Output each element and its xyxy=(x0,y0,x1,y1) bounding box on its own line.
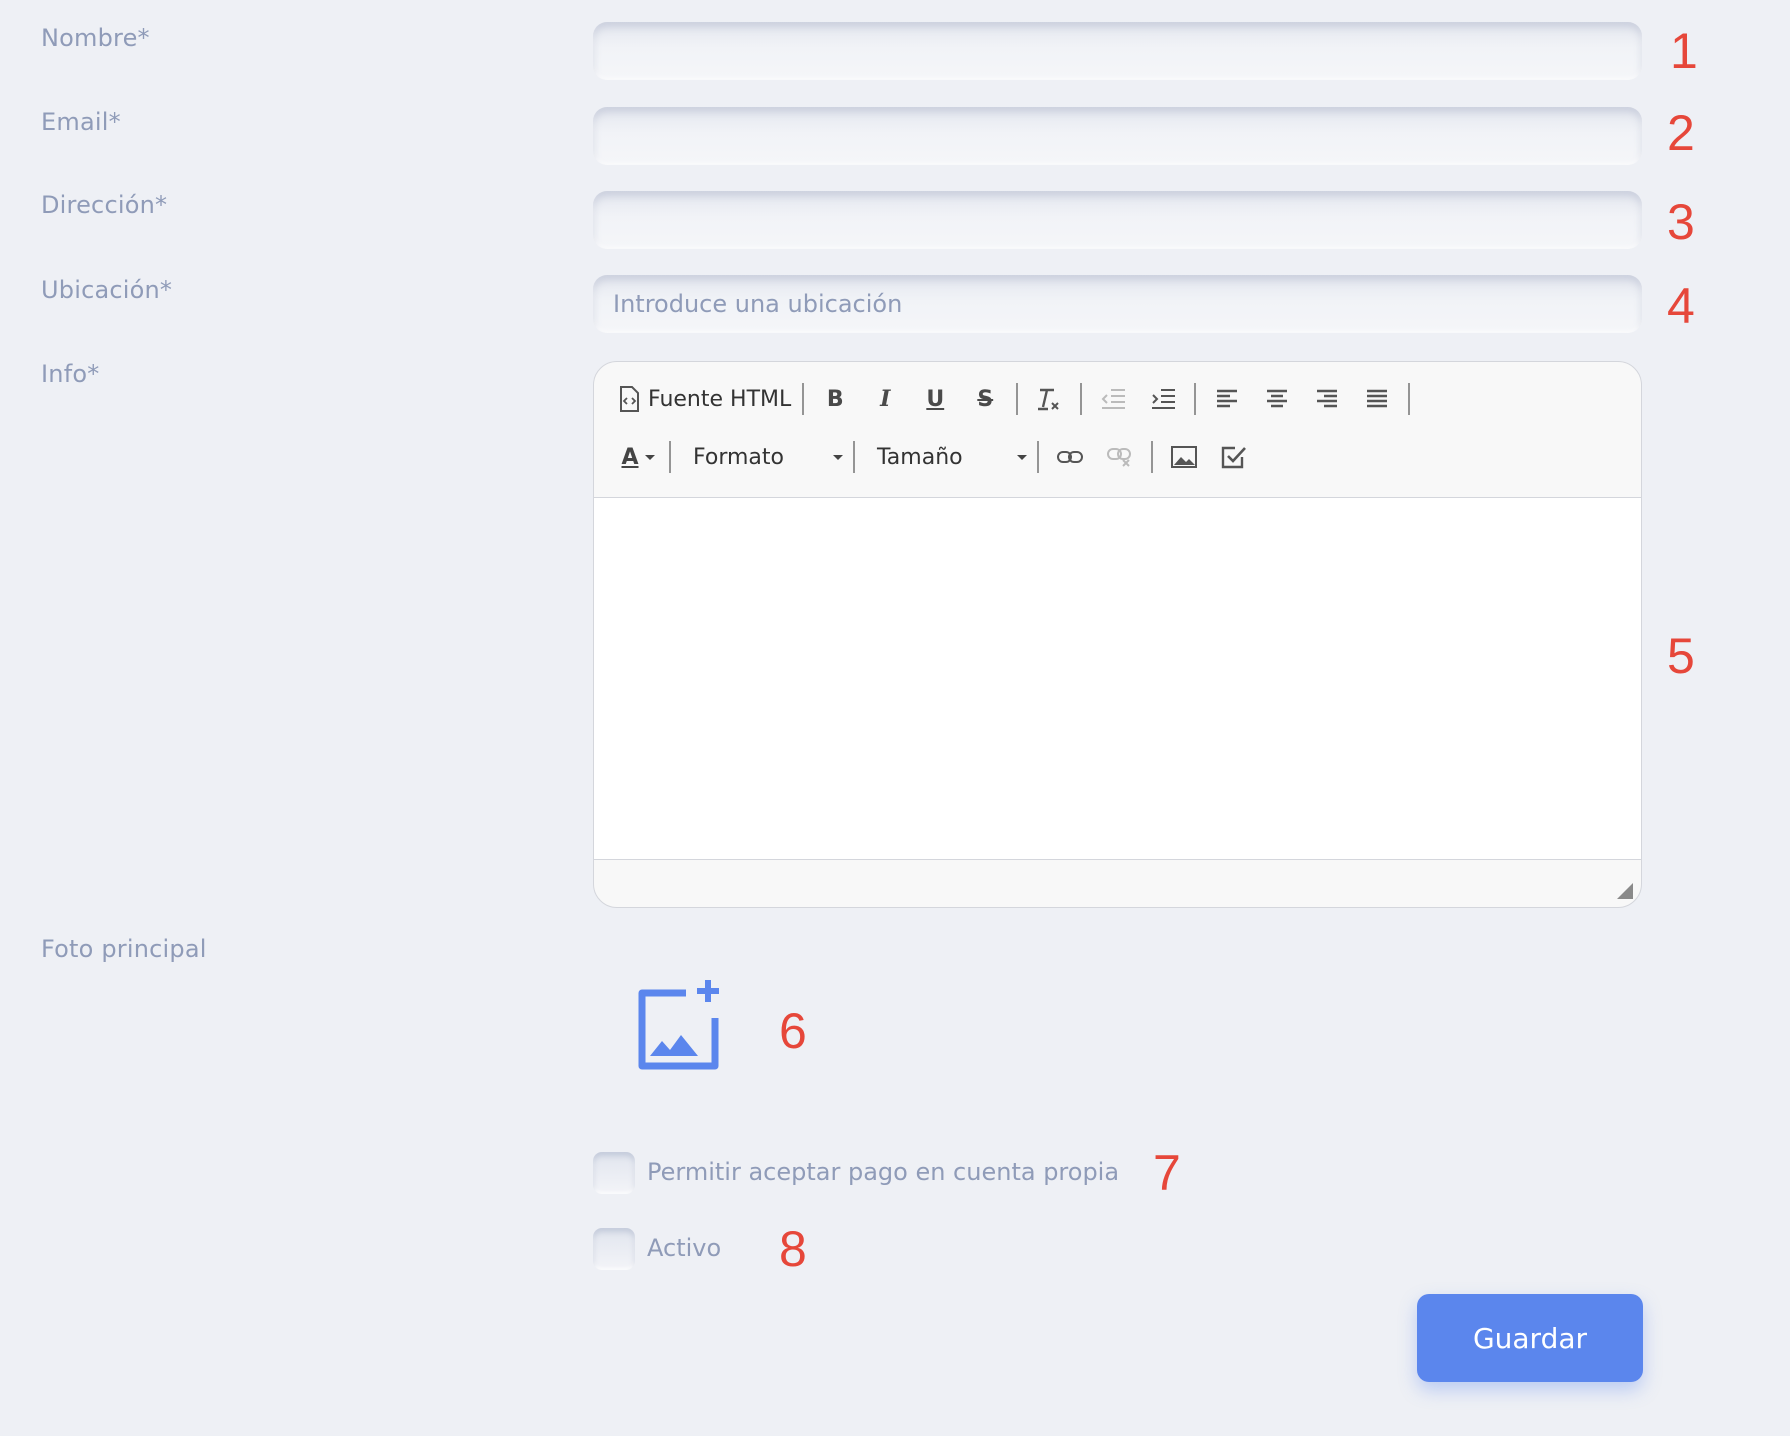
annotation-1: 1 xyxy=(1670,23,1698,79)
unlink-icon[interactable] xyxy=(1100,437,1140,477)
annotation-3: 3 xyxy=(1667,194,1695,250)
bold-icon[interactable]: B xyxy=(815,379,855,419)
add-photo-icon[interactable] xyxy=(634,976,734,1072)
editor-toolbar-row-1: Fuente HTML B I U S xyxy=(618,379,1416,419)
strikethrough-icon[interactable]: S xyxy=(965,379,1005,419)
own-account-payment-label: Permitir aceptar pago en cuenta propia xyxy=(647,1158,1120,1186)
toolbar-separator xyxy=(1080,383,1083,415)
active-checkbox[interactable] xyxy=(593,1228,635,1270)
annotation-7: 7 xyxy=(1153,1145,1181,1201)
annotation-4: 4 xyxy=(1667,278,1695,334)
ubicacion-label: Ubicación* xyxy=(41,276,173,304)
chevron-down-icon xyxy=(833,454,843,460)
email-input[interactable] xyxy=(593,107,1642,165)
text-color-icon: A xyxy=(621,444,639,470)
annotation-8: 8 xyxy=(779,1221,807,1277)
nombre-input[interactable] xyxy=(593,22,1642,80)
toolbar-separator xyxy=(853,441,855,473)
toolbar-separator xyxy=(1408,383,1411,415)
toolbar-separator xyxy=(669,441,671,473)
text-color-button[interactable]: A xyxy=(618,437,658,477)
image-icon[interactable] xyxy=(1164,437,1204,477)
checkbox-icon[interactable] xyxy=(1214,437,1254,477)
direccion-label: Dirección* xyxy=(41,191,168,219)
align-justify-icon[interactable] xyxy=(1357,379,1397,419)
info-editor: Fuente HTML B I U S A Formato Tamaño xyxy=(593,361,1642,908)
link-icon[interactable] xyxy=(1050,437,1090,477)
editor-toolbar-row-2: A Formato Tamaño xyxy=(618,437,1259,477)
annotation-2: 2 xyxy=(1667,105,1695,161)
chevron-down-icon xyxy=(644,454,655,460)
toolbar-separator xyxy=(1037,441,1039,473)
remove-format-icon[interactable] xyxy=(1029,379,1069,419)
ubicacion-input[interactable] xyxy=(593,275,1642,333)
chevron-down-icon xyxy=(1017,454,1027,460)
source-code-icon xyxy=(618,386,640,412)
info-label: Info* xyxy=(41,360,100,388)
align-center-icon[interactable] xyxy=(1257,379,1297,419)
align-right-icon[interactable] xyxy=(1307,379,1347,419)
resize-handle[interactable] xyxy=(1617,883,1633,899)
italic-icon[interactable]: I xyxy=(865,379,905,419)
source-label: Fuente HTML xyxy=(648,386,792,412)
toolbar-separator xyxy=(1151,441,1153,473)
format-label: Formato xyxy=(693,444,784,470)
foto-principal-label: Foto principal xyxy=(41,935,207,963)
email-label: Email* xyxy=(41,108,121,136)
toolbar-separator xyxy=(1194,383,1197,415)
size-label: Tamaño xyxy=(877,444,963,470)
toolbar-separator xyxy=(1016,383,1019,415)
size-dropdown[interactable]: Tamaño xyxy=(861,437,1031,477)
save-button[interactable]: Guardar xyxy=(1417,1294,1643,1382)
annotation-5: 5 xyxy=(1667,628,1695,684)
editor-content-area[interactable] xyxy=(594,497,1641,860)
active-label: Activo xyxy=(647,1234,722,1262)
indent-icon[interactable] xyxy=(1143,379,1183,419)
format-dropdown[interactable]: Formato xyxy=(677,437,847,477)
direccion-input[interactable] xyxy=(593,191,1642,249)
source-button[interactable]: Fuente HTML xyxy=(618,379,791,419)
annotation-6: 6 xyxy=(779,1003,807,1059)
outdent-icon[interactable] xyxy=(1093,379,1133,419)
underline-icon[interactable]: U xyxy=(915,379,955,419)
toolbar-separator xyxy=(802,383,805,415)
nombre-label: Nombre* xyxy=(41,24,150,52)
align-left-icon[interactable] xyxy=(1207,379,1247,419)
own-account-payment-checkbox[interactable] xyxy=(593,1152,635,1194)
